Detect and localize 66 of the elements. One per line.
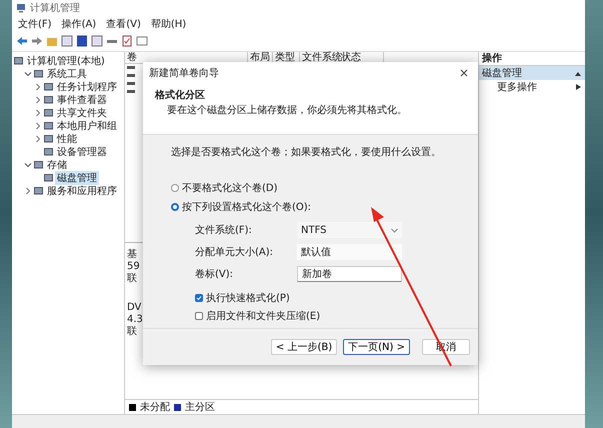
wizard-button[interactable]: < 上一步(B) xyxy=(270,339,338,355)
disk-label: 4.3 xyxy=(127,314,143,325)
window-icon[interactable] xyxy=(136,35,148,47)
dialog-title: 新建简单卷向导 xyxy=(149,66,219,80)
tree-item[interactable]: 系统工具 xyxy=(45,66,89,80)
menu-item[interactable]: 帮助(H) xyxy=(150,16,186,30)
checkbox-label[interactable]: 执行快速格式化(P) xyxy=(206,291,290,305)
disk-label: 联 xyxy=(127,273,137,284)
menu-item[interactable]: 文件(F) xyxy=(18,16,52,30)
dialog-prompt: 选择是否要格式化这个卷；如果要格式化，要使用什么设置。 xyxy=(171,146,442,159)
chevron-right-icon[interactable] xyxy=(24,186,32,194)
close-icon[interactable] xyxy=(460,69,468,77)
tree-item[interactable]: 磁盘管理 xyxy=(55,170,99,184)
tree-item[interactable]: 存储 xyxy=(45,158,69,172)
tree-item[interactable]: 设备管理器 xyxy=(55,144,109,158)
radio-button[interactable] xyxy=(171,203,179,211)
back-icon[interactable] xyxy=(16,36,28,46)
submenu-arrow-icon xyxy=(576,84,581,90)
chevron-down-icon[interactable] xyxy=(24,70,32,78)
disk-label: 59 xyxy=(127,261,140,272)
tree-item[interactable]: 计算机管理(本地) xyxy=(25,54,107,68)
legend-label: 未分配 xyxy=(140,400,170,414)
window-title: 计算机管理 xyxy=(30,2,80,15)
tree-item[interactable]: 共享文件夹 xyxy=(55,106,109,120)
dropdown-field[interactable]: NTFS xyxy=(297,222,402,238)
chevron-right-icon[interactable] xyxy=(34,134,42,142)
checkbox[interactable] xyxy=(195,294,203,302)
forward-icon[interactable] xyxy=(31,36,43,46)
menu-item[interactable]: 查看(V) xyxy=(106,16,141,30)
field-label: 分配单元大小(A): xyxy=(195,246,274,259)
dialog-subtitle: 要在这个磁盘分区上储存数据，你必须先将其格式化。 xyxy=(166,104,408,117)
dropdown-field[interactable]: 默认值 xyxy=(297,244,402,260)
folder-icon xyxy=(14,56,23,65)
chevron-right-icon[interactable] xyxy=(34,82,42,90)
menu-item[interactable]: 操作(A) xyxy=(62,16,96,30)
checkbox-label[interactable]: 启用文件和文件夹压缩(E) xyxy=(206,309,320,323)
computer-icon xyxy=(16,3,26,13)
panel-icon[interactable] xyxy=(61,35,73,47)
disk-label: 联 xyxy=(127,326,137,337)
disk-label: 基 xyxy=(127,249,137,260)
tree-item[interactable]: 事件查看器 xyxy=(55,92,109,106)
radio-label[interactable]: 不要格式化这个卷(D) xyxy=(182,181,278,195)
chevron-down-icon xyxy=(391,228,398,232)
wizard-button[interactable]: 下一页(N) > xyxy=(343,339,410,355)
action-group[interactable]: 磁盘管理 xyxy=(479,66,585,80)
radio-label[interactable]: 按下列设置格式化这个卷(O): xyxy=(182,200,312,214)
dialog-heading: 格式化分区 xyxy=(154,88,206,102)
panel-icon[interactable] xyxy=(91,35,103,47)
disk-label: DV xyxy=(127,302,142,313)
chevron-right-icon[interactable] xyxy=(34,108,42,116)
chevron-down-icon[interactable] xyxy=(24,160,32,168)
checklist-icon[interactable] xyxy=(121,35,133,47)
action-item[interactable]: 更多操作 xyxy=(479,80,585,94)
collapse-icon[interactable] xyxy=(575,70,581,76)
field-label: 文件系统(F): xyxy=(195,224,253,237)
chevron-right-icon[interactable] xyxy=(34,122,42,130)
field-label: 卷标(V): xyxy=(195,268,234,281)
input-field[interactable]: 新加卷 xyxy=(297,266,402,282)
legend-label: 主分区 xyxy=(185,400,215,414)
chevron-right-icon[interactable] xyxy=(34,96,42,104)
tree-item[interactable]: 服务和应用程序 xyxy=(45,184,119,198)
tree-item[interactable]: 本地用户和组 xyxy=(55,118,119,132)
checkbox[interactable] xyxy=(195,312,203,320)
tree-item[interactable]: 任务计划程序 xyxy=(55,80,119,94)
tree-item[interactable]: 性能 xyxy=(55,132,79,146)
radio-button[interactable] xyxy=(171,184,179,192)
